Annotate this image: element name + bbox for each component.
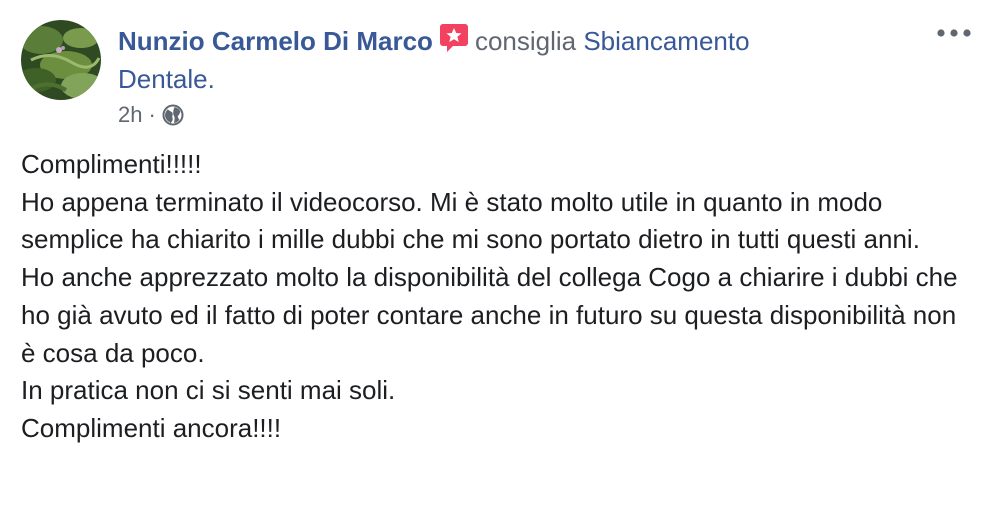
recommendation-post: Nunzio Carmelo Di Marco consiglia Sbianc…: [0, 0, 986, 514]
recommends-verb: consiglia: [474, 26, 577, 56]
meta-separator: ·: [148, 102, 156, 127]
post-body-line: Ho appena terminato il videocorso. Mi è …: [21, 186, 920, 255]
more-options-icon: [937, 29, 971, 37]
globe-icon[interactable]: [162, 104, 184, 126]
post-body-line: Complimenti ancora!!!!: [21, 412, 282, 443]
post-timestamp[interactable]: 2h: [118, 100, 142, 130]
post-body: Complimenti!!!!! Ho appena terminato il …: [21, 146, 961, 448]
post-meta: 2h ·: [118, 100, 184, 130]
post-header: Nunzio Carmelo Di Marco consiglia Sbianc…: [118, 22, 848, 98]
post-body-line: Complimenti!!!!!: [21, 149, 202, 179]
avatar[interactable]: [21, 20, 101, 100]
recommendation-star-icon: [439, 23, 469, 53]
post-body-line: Ho anche apprezzato molto la disponibili…: [21, 262, 958, 368]
author-name[interactable]: Nunzio Carmelo Di Marco: [118, 26, 433, 56]
post-body-line: In pratica non ci si senti mai soli.: [21, 375, 396, 406]
more-options-button[interactable]: [932, 18, 976, 48]
